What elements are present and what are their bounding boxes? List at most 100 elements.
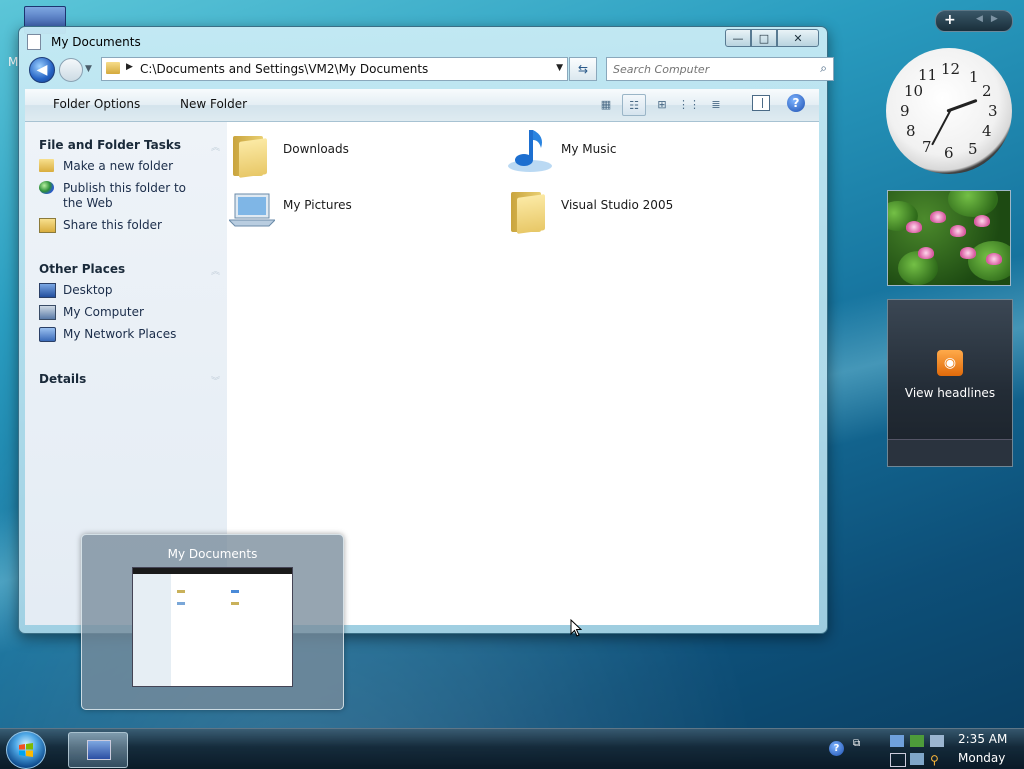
file-name: My Pictures (283, 198, 352, 212)
windows-logo-icon (19, 743, 33, 757)
new-folder-button[interactable]: New Folder (180, 97, 247, 111)
connection-tray-icon[interactable] (910, 753, 924, 765)
clock-time[interactable]: 2:35 AM (958, 732, 1007, 746)
task-label: Publish this folder to the Web (63, 181, 186, 210)
search-box: ⌕ (606, 57, 834, 81)
preview-pane-icon[interactable] (752, 95, 770, 111)
gadget-nav-icon[interactable]: ◀▶ (976, 14, 1006, 24)
computer-icon (87, 740, 111, 760)
task-label: Share this folder (63, 218, 162, 232)
maximize-button[interactable]: □ (751, 29, 777, 47)
search-tray-icon[interactable]: ⚲ (930, 753, 944, 767)
history-dropdown-icon[interactable]: ▼ (85, 64, 92, 74)
view-headlines-link[interactable]: View headlines (888, 386, 1012, 400)
folder-icon (106, 62, 120, 74)
clock-gadget[interactable]: 12 1 2 3 4 5 6 7 8 9 10 11 (886, 48, 1012, 174)
forward-button[interactable] (59, 58, 83, 82)
security-tray-icon[interactable] (910, 735, 924, 747)
pictures-icon (229, 193, 275, 227)
file-item-visual-studio[interactable]: Visual Studio 2005 (505, 182, 765, 234)
group-title[interactable]: Details (39, 372, 86, 386)
taskbar-thumbnail-preview[interactable]: My Documents (81, 534, 344, 710)
clock-number: 1 (969, 68, 979, 86)
icons-view-icon[interactable]: ⊞ (651, 94, 673, 114)
details-view-icon[interactable]: ≣ (705, 94, 727, 114)
rss-icon: ◉ (937, 350, 963, 376)
task-share-folder[interactable]: Share this folder (39, 218, 208, 233)
place-network[interactable]: My Network Places (39, 327, 208, 342)
search-icon[interactable]: ⌕ (820, 61, 827, 76)
task-make-new-folder[interactable]: Make a new folder (39, 159, 208, 174)
clock-number: 10 (904, 82, 924, 100)
add-gadget-button[interactable]: + (944, 12, 956, 28)
folder-options-button[interactable]: Folder Options (53, 97, 140, 111)
clock-number: 4 (982, 122, 992, 140)
address-field[interactable]: ▶ C:\Documents and Settings\VM2\My Docum… (101, 57, 568, 81)
collapse-icon[interactable]: ︽ (211, 140, 220, 153)
address-bar: ◀ ▼ ▶ C:\Documents and Settings\VM2\My D… (27, 55, 834, 85)
tiles-view-icon[interactable]: ☷ (622, 94, 646, 116)
file-item-my-music[interactable]: My Music (505, 126, 765, 178)
clock-number: 12 (941, 60, 961, 78)
minute-hand (931, 109, 952, 146)
file-name: Visual Studio 2005 (561, 198, 674, 212)
clock-day[interactable]: Monday (958, 751, 1005, 765)
clock-number: 11 (918, 66, 938, 84)
chevron-right-icon[interactable]: ▶ (126, 62, 133, 72)
share-folder-icon (39, 218, 56, 233)
file-item-my-pictures[interactable]: My Pictures (227, 182, 487, 234)
display-tray-icon[interactable] (890, 753, 906, 767)
folder-icon (511, 186, 545, 234)
caption-buttons: — □ ✕ (725, 29, 819, 47)
new-folder-icon (39, 159, 54, 172)
back-button[interactable]: ◀ (29, 57, 55, 83)
network-tray-icon[interactable] (890, 735, 904, 747)
expand-icon[interactable]: ︾ (211, 374, 220, 387)
collapse-icon[interactable]: ︽ (211, 264, 220, 277)
address-path[interactable]: C:\Documents and Settings\VM2\My Documen… (140, 62, 428, 76)
desktop-icon-label: M (8, 55, 19, 69)
feed-headlines-gadget[interactable]: ◉ View headlines (887, 299, 1013, 467)
thumbnail-image (132, 567, 293, 687)
chevron-down-icon[interactable]: ▼ (556, 63, 563, 73)
restore-icon[interactable]: ⧉ (853, 738, 860, 749)
task-publish-web[interactable]: Publish this folder to the Web (39, 181, 208, 211)
document-icon (27, 34, 41, 50)
taskbar-button-my-documents[interactable] (68, 732, 128, 768)
clock-number: 8 (906, 122, 916, 140)
slideshow-gadget[interactable] (887, 190, 1011, 286)
minimize-button[interactable]: — (725, 29, 751, 47)
clock-number: 3 (988, 102, 998, 120)
place-label: My Computer (63, 305, 144, 319)
group-title[interactable]: Other Places (39, 262, 208, 276)
title-bar[interactable]: My Documents — □ ✕ (19, 27, 827, 53)
search-input[interactable] (611, 60, 805, 78)
close-button[interactable]: ✕ (777, 29, 819, 47)
list-view-icon[interactable]: ⋮⋮ (678, 94, 700, 114)
publish-globe-icon (39, 181, 54, 194)
clock-number: 2 (982, 82, 992, 100)
notification-area: ⚲ (890, 733, 946, 767)
thumbnails-view-icon[interactable]: ▦ (595, 94, 617, 114)
clock-number: 6 (944, 144, 954, 162)
clock-number: 9 (900, 102, 910, 120)
feed-footer (888, 439, 1012, 466)
mouse-cursor-icon (570, 619, 582, 637)
sidebar-controls: + ◀▶ (935, 10, 1013, 32)
place-label: Desktop (63, 283, 113, 297)
view-buttons: ▦ ☷ ⊞ ⋮⋮ ≣ (595, 94, 727, 116)
clock-number: 7 (922, 138, 932, 156)
volume-tray-icon[interactable] (930, 735, 944, 747)
help-icon[interactable]: ? (787, 94, 805, 112)
place-my-computer[interactable]: My Computer (39, 305, 208, 320)
other-places-group: Other Places ︽ Desktop My Computer My Ne… (39, 262, 220, 342)
details-group: Details ︾ (39, 372, 220, 387)
start-button[interactable] (6, 731, 46, 769)
file-item-downloads[interactable]: Downloads (227, 126, 487, 178)
desktop-icon (39, 283, 56, 298)
help-icon[interactable]: ? (829, 741, 844, 756)
refresh-button[interactable]: ⇆ (569, 57, 597, 81)
place-desktop[interactable]: Desktop (39, 283, 208, 298)
place-label: My Network Places (63, 327, 177, 341)
group-title[interactable]: File and Folder Tasks (39, 138, 208, 152)
